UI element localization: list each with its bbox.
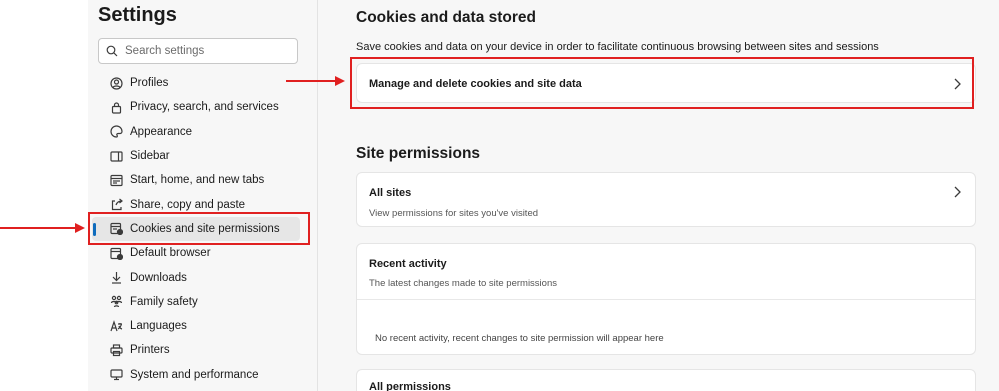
lock-icon (108, 99, 124, 115)
download-icon (108, 270, 124, 286)
card-divider (357, 299, 975, 300)
chevron-right-icon (954, 186, 961, 198)
sidebar-item-label: Appearance (130, 125, 193, 138)
sidebar-item-label: Profiles (130, 77, 169, 90)
share-icon (108, 197, 124, 213)
printer-icon (108, 342, 124, 358)
settings-sidebar: Settings Profiles Privacy, search, and s… (88, 0, 318, 391)
permissions-section-title: Site permissions (356, 145, 481, 162)
sidebar-item-printers[interactable]: Printers (88, 338, 317, 362)
sidebar-item-label: Downloads (130, 271, 187, 284)
sidebar-item-system[interactable]: System and performance (88, 363, 317, 387)
cookies-section-title: Cookies and data stored (356, 9, 537, 26)
profile-icon (108, 75, 124, 91)
sidebar-item-label: Languages (130, 320, 187, 333)
manage-cookies-highlight (350, 57, 974, 109)
arrow-head-icon (335, 76, 345, 86)
sidebar-item-label: Default browser (130, 247, 211, 260)
sidebar-item-label: Start, home, and new tabs (130, 174, 265, 187)
arrow-head-icon (75, 223, 85, 233)
arrow-to-cookies-nav (0, 227, 76, 229)
arrow-to-manage-cookies (286, 80, 336, 82)
recent-activity-empty: No recent activity, recent changes to si… (375, 333, 664, 344)
family-icon (108, 294, 124, 310)
search-input[interactable] (125, 45, 285, 57)
recent-activity-subtitle: The latest changes made to site permissi… (369, 278, 557, 289)
system-icon (108, 367, 124, 383)
all-sites-title: All sites (369, 187, 412, 199)
browser-icon (108, 245, 124, 261)
sidebar-item-label: Share, copy and paste (130, 198, 246, 211)
settings-title: Settings (98, 4, 177, 26)
sidebar-item-privacy[interactable]: Privacy, search, and services (88, 95, 317, 119)
languages-icon (108, 318, 124, 334)
all-sites-card[interactable]: All sites View permissions for sites you… (356, 172, 976, 227)
all-permissions-card[interactable]: All permissions (356, 369, 976, 391)
home-tabs-icon (108, 172, 124, 188)
sidebar-item-downloads[interactable]: Downloads (88, 265, 317, 289)
sidebar-item-start-home[interactable]: Start, home, and new tabs (88, 168, 317, 192)
sidebar-item-family-safety[interactable]: Family safety (88, 290, 317, 314)
sidebar-icon (108, 148, 124, 164)
recent-activity-title: Recent activity (369, 258, 447, 270)
cookies-nav-highlight (88, 212, 310, 245)
sidebar-item-appearance[interactable]: Appearance (88, 120, 317, 144)
sidebar-item-label: Family safety (130, 295, 198, 308)
all-permissions-title: All permissions (369, 381, 451, 391)
appearance-icon (108, 124, 124, 140)
sidebar-item-sidebar[interactable]: Sidebar (88, 144, 317, 168)
search-box[interactable] (98, 38, 298, 64)
sidebar-item-label: System and performance (130, 368, 259, 381)
sidebar-item-profiles[interactable]: Profiles (88, 71, 317, 95)
sidebar-item-label: Printers (130, 344, 170, 357)
all-sites-subtitle: View permissions for sites you've visite… (369, 208, 539, 219)
sidebar-item-label: Privacy, search, and services (130, 101, 279, 114)
search-icon (99, 45, 125, 57)
sidebar-item-languages[interactable]: Languages (88, 314, 317, 338)
cookies-section-description: Save cookies and data on your device in … (356, 41, 879, 53)
sidebar-item-label: Sidebar (130, 150, 170, 163)
recent-activity-card: Recent activity The latest changes made … (356, 243, 976, 355)
